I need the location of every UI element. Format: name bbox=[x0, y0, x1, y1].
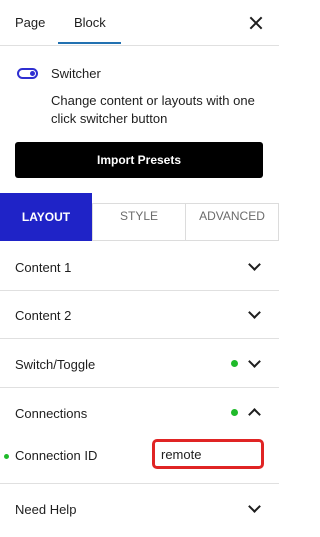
connection-id-input[interactable] bbox=[161, 445, 255, 463]
accordion-switch-toggle[interactable]: Switch/Toggle bbox=[0, 339, 279, 388]
accordion-connections[interactable]: Connections bbox=[0, 388, 279, 430]
import-presets-button[interactable]: Import Presets bbox=[15, 142, 263, 178]
inspector-tabs: Page Block bbox=[0, 0, 279, 46]
status-dot bbox=[231, 409, 238, 416]
accordion-content-1[interactable]: Content 1 bbox=[0, 241, 279, 291]
accordion-label: Content 1 bbox=[15, 260, 72, 275]
chevron-down-icon bbox=[248, 355, 261, 368]
tab-layout[interactable]: LAYOUT bbox=[0, 193, 92, 241]
accordion-label: Switch/Toggle bbox=[15, 357, 96, 372]
status-dot bbox=[231, 360, 238, 367]
tab-style[interactable]: STYLE bbox=[92, 203, 185, 241]
connection-id-highlight bbox=[152, 439, 264, 469]
connection-id-label: Connection ID bbox=[15, 448, 98, 463]
tab-page[interactable]: Page bbox=[15, 0, 45, 46]
block-name: Switcher bbox=[51, 66, 101, 81]
accordion-label: Need Help bbox=[15, 502, 77, 517]
accordion-content-2[interactable]: Content 2 bbox=[0, 291, 279, 339]
accordion-label: Connections bbox=[15, 406, 88, 421]
status-dot bbox=[4, 454, 9, 459]
tab-block[interactable]: Block bbox=[74, 0, 106, 46]
chevron-down-icon bbox=[248, 500, 261, 513]
accordion-need-help[interactable]: Need Help bbox=[0, 484, 279, 536]
switcher-block-icon bbox=[17, 68, 38, 79]
accordion-label: Content 2 bbox=[15, 308, 72, 323]
chevron-up-icon bbox=[248, 408, 261, 421]
active-tab-indicator bbox=[58, 42, 121, 44]
close-icon[interactable] bbox=[247, 14, 265, 32]
tab-advanced[interactable]: ADVANCED bbox=[185, 203, 279, 241]
chevron-down-icon bbox=[248, 258, 261, 271]
panel-tabs: LAYOUT STYLE ADVANCED bbox=[0, 193, 279, 241]
chevron-down-icon bbox=[248, 306, 261, 319]
connection-id-field: Connection ID bbox=[0, 430, 279, 484]
block-description: Change content or layouts with one click… bbox=[51, 93, 255, 126]
